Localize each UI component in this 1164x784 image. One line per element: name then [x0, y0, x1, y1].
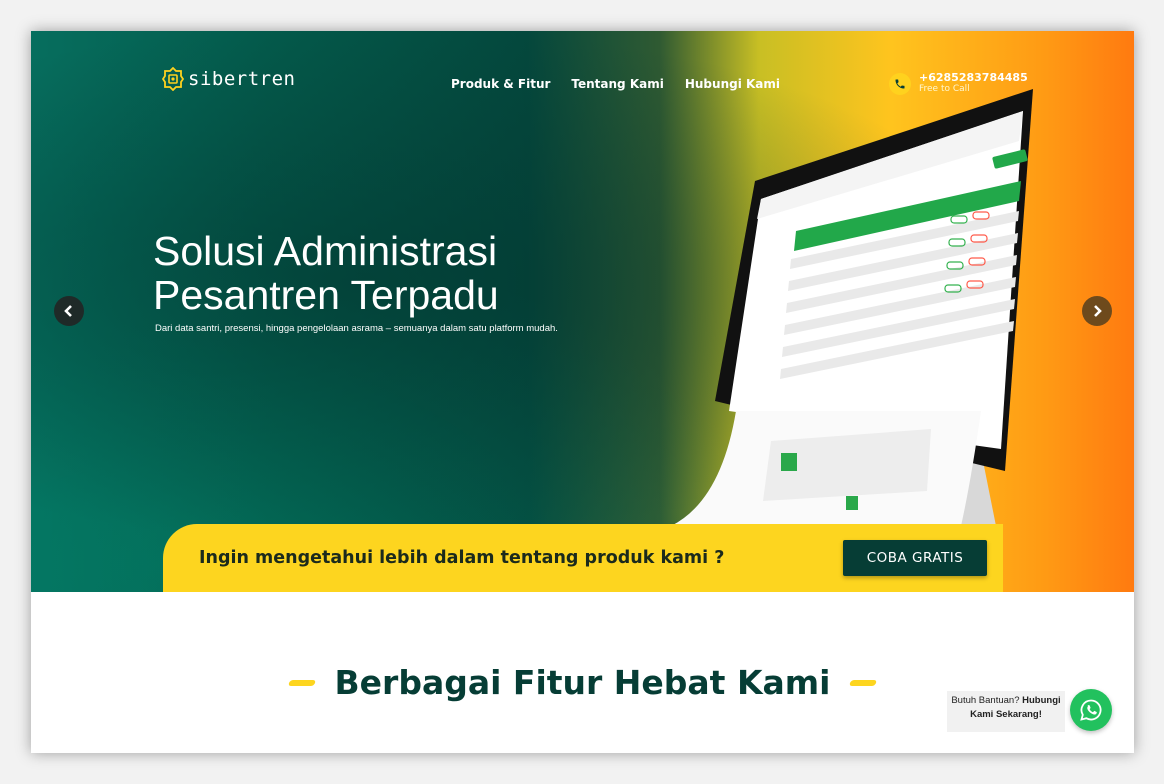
pesantren-logo-icon	[162, 67, 184, 91]
hero-subtitle: Dari data santri, presensi, hingga penge…	[155, 323, 558, 334]
help-tooltip[interactable]: Butuh Bantuan? Hubungi Kami Sekarang!	[947, 691, 1065, 732]
hero-title-line1: Solusi Administrasi	[153, 228, 498, 274]
hero-title: Solusi Administrasi Pesantren Terpadu	[153, 229, 499, 317]
whatsapp-button[interactable]	[1070, 689, 1112, 731]
nav-produk-fitur[interactable]: Produk & Fitur	[451, 77, 550, 91]
hero-title-line2: Pesantren Terpadu	[153, 272, 499, 318]
page-frame: sibertren Produk & Fitur Tentang Kami Hu…	[31, 31, 1134, 753]
whatsapp-icon	[1080, 699, 1102, 721]
carousel-prev-button[interactable]	[54, 296, 84, 326]
help-bold-1: Hubungi	[1022, 695, 1061, 706]
cta-banner: Ingin mengetahui lebih dalam tentang pro…	[163, 524, 1003, 592]
heading-dash-right	[849, 679, 878, 686]
brand-logo[interactable]: sibertren	[162, 67, 295, 91]
help-text: Butuh Bantuan?	[951, 695, 1023, 706]
hero-section: sibertren Produk & Fitur Tentang Kami Hu…	[31, 31, 1134, 592]
chevron-right-icon	[1094, 305, 1102, 317]
carousel-next-button[interactable]	[1082, 296, 1112, 326]
monitor-illustration	[671, 89, 1033, 551]
brand-name: sibertren	[188, 68, 296, 90]
chevron-left-icon	[64, 305, 72, 317]
heading-dash-left	[287, 679, 316, 686]
help-bold-2: Kami Sekarang!	[970, 709, 1042, 720]
cta-text: Ingin mengetahui lebih dalam tentang pro…	[199, 548, 725, 568]
coba-gratis-button[interactable]: COBA GRATIS	[843, 540, 987, 576]
features-title: Berbagai Fitur Hebat Kami	[334, 663, 831, 702]
